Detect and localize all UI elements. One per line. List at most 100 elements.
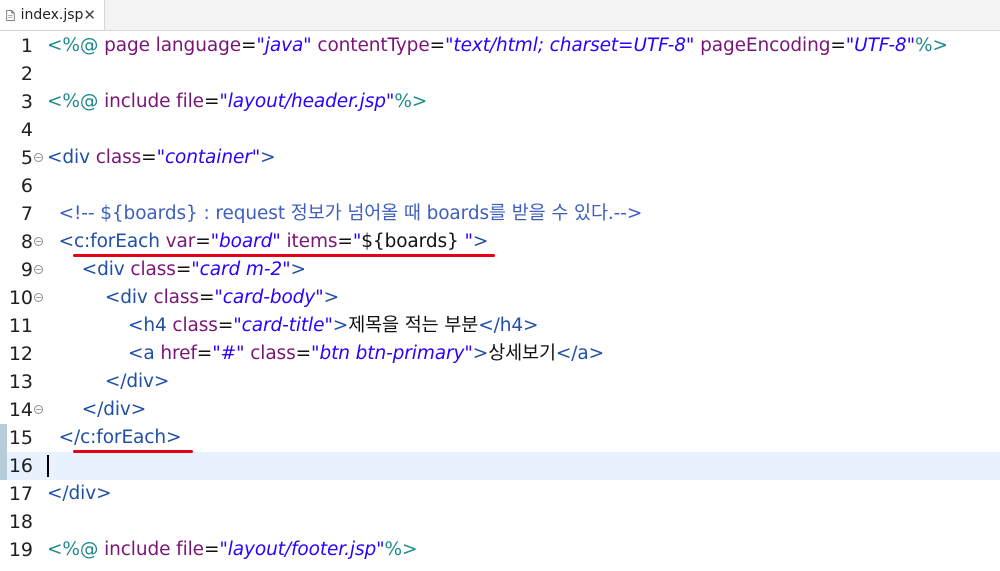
- tab-index-jsp[interactable]: index.jsp ✕: [0, 0, 105, 30]
- code-token: <a: [127, 343, 161, 364]
- fold-toggle-icon[interactable]: −: [34, 265, 43, 274]
- line-number: 4: [20, 119, 33, 141]
- fold-toggle-icon[interactable]: −: [34, 237, 43, 246]
- line-number: 18: [8, 511, 33, 533]
- code-text: <div class="card-body">: [47, 284, 339, 312]
- code-token: "layout/header.jsp": [219, 91, 395, 112]
- code-token: </div>: [81, 399, 147, 420]
- line-number: 11: [8, 315, 33, 337]
- code-token: class: [153, 287, 200, 308]
- code-token: </a>: [555, 343, 605, 364]
- line-number: 7: [20, 203, 33, 225]
- code-token: class: [130, 259, 176, 280]
- code-token: =: [337, 231, 353, 252]
- code-token: <%@: [47, 539, 105, 560]
- code-token: %>: [384, 539, 418, 560]
- code-token: <!-- ${boards} : request 정보가 넘어올 때 board…: [58, 203, 643, 224]
- line-number: 1: [20, 35, 33, 57]
- code-token: =: [429, 35, 446, 56]
- code-token: =: [241, 35, 257, 56]
- code-line[interactable]: 5− <div class="container">: [0, 144, 1000, 172]
- code-text: <%@ page language="java" contentType="te…: [47, 32, 948, 60]
- code-line[interactable]: 17 </div>: [0, 480, 1000, 508]
- code-line[interactable]: 9− <div class="card m-2">: [0, 256, 1000, 284]
- red-underline-annotation: [73, 254, 495, 257]
- line-number: 8: [20, 231, 33, 253]
- code-line[interactable]: 1 <%@ page language="java" contentType="t…: [0, 32, 1000, 60]
- code-line[interactable]: 11 <h4 class="card-title">제목을 적는 부분</h4>: [0, 312, 1000, 340]
- code-line[interactable]: 6: [0, 172, 1000, 200]
- fold-toggle-icon[interactable]: −: [34, 293, 43, 302]
- line-number: 14: [8, 399, 33, 421]
- code-line[interactable]: 8− <c:forEach var="board" items="${board…: [0, 228, 1000, 256]
- code-token: contentType: [317, 35, 430, 56]
- line-number: 6: [20, 175, 33, 197]
- code-line[interactable]: 13 </div>: [0, 368, 1000, 396]
- code-token: ": [458, 231, 473, 252]
- code-token: <%@: [47, 91, 105, 112]
- line-number: 2: [20, 63, 33, 85]
- code-line[interactable]: 3 <%@ include file="layout/header.jsp"%>: [0, 88, 1000, 116]
- code-token: language: [155, 35, 241, 56]
- code-token: =: [195, 231, 211, 252]
- code-token: =: [830, 35, 846, 56]
- code-token: <div: [81, 259, 131, 280]
- code-line[interactable]: 15 </c:forEach>: [0, 424, 1000, 452]
- code-text: <%@ include file="layout/footer.jsp"%>: [47, 536, 418, 564]
- line-number: 3: [20, 91, 33, 113]
- code-token: "btn btn-primary": [311, 343, 473, 364]
- code-token: file: [176, 91, 204, 112]
- code-line[interactable]: 12 <a href="#" class="btn btn-primary">상…: [0, 340, 1000, 368]
- code-line[interactable]: 7 <!-- ${boards} : request 정보가 넘어올 때 boa…: [0, 200, 1000, 228]
- code-line[interactable]: 14− </div>: [0, 396, 1000, 424]
- code-line[interactable]: 10− <div class="card-body">: [0, 284, 1000, 312]
- code-token: >: [472, 231, 489, 252]
- code-token: =: [295, 343, 312, 364]
- line-number: 13: [8, 371, 33, 393]
- code-line[interactable]: 18: [0, 508, 1000, 536]
- code-token: items: [286, 231, 338, 252]
- code-text: <%@ include file="layout/header.jsp"%>: [47, 88, 427, 116]
- code-token: </div>: [104, 371, 170, 392]
- code-token: "#": [212, 343, 245, 364]
- code-token: class: [95, 147, 142, 168]
- code-token: <%@: [47, 35, 105, 56]
- code-token: include: [104, 91, 177, 112]
- code-token: =: [198, 287, 215, 308]
- line-number: 19: [8, 539, 33, 561]
- code-token: <div: [47, 147, 96, 168]
- close-icon[interactable]: ✕: [83, 7, 96, 23]
- code-token: ${boards}: [361, 231, 459, 252]
- code-token: file: [176, 539, 204, 560]
- code-token: "text/html; charset=UTF-8": [445, 35, 695, 56]
- fold-toggle-icon[interactable]: −: [34, 153, 43, 162]
- code-token: href: [160, 343, 197, 364]
- code-editor[interactable]: 1 <%@ page language="java" contentType="t…: [0, 32, 1000, 571]
- code-token: "java": [256, 35, 312, 56]
- code-token: "board": [210, 231, 281, 252]
- code-token: 제목을 적는 부분: [348, 315, 479, 336]
- code-text: <c:forEach var="board" items="${boards} …: [47, 228, 489, 256]
- code-line[interactable]: 4: [0, 116, 1000, 144]
- code-text: <h4 class="card-title">제목을 적는 부분</h4>: [47, 312, 539, 340]
- code-token: =: [196, 343, 213, 364]
- code-text: </c:forEach>: [47, 424, 182, 452]
- code-token: page: [104, 35, 156, 56]
- code-line[interactable]: 19 <%@ include file="layout/footer.jsp"%>: [0, 536, 1000, 564]
- code-token: "UTF-8": [845, 35, 915, 56]
- line-number: 12: [8, 343, 33, 365]
- code-line[interactable]: 16: [0, 452, 1000, 480]
- code-line[interactable]: 2: [0, 60, 1000, 88]
- fold-toggle-icon[interactable]: −: [34, 405, 43, 414]
- jsp-file-icon: [6, 9, 15, 21]
- code-token: =: [203, 91, 220, 112]
- line-number: 5: [20, 147, 33, 169]
- code-token: </c:forEach>: [58, 427, 182, 448]
- code-token: =: [141, 147, 157, 168]
- code-token: =: [217, 315, 234, 336]
